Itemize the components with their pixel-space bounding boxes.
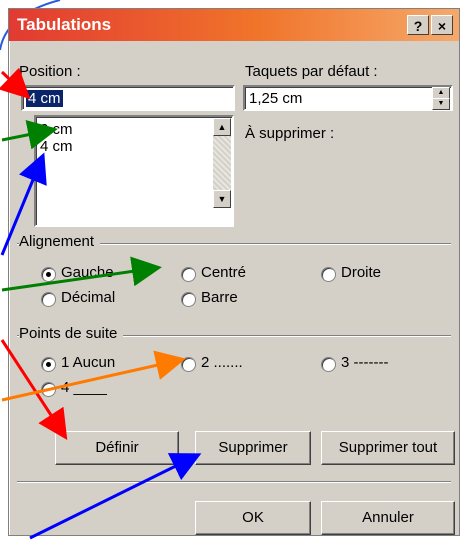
arrow-blue-2 (29, 453, 202, 540)
annotation-arrows (0, 67, 202, 540)
arrow-blue-1 (0, 152, 47, 256)
screenshot-stage: Tabulations ? × Position : 4 cm 2 cm 4 c… (0, 0, 461, 540)
arrow-green-2 (1, 256, 162, 292)
arrow-red-1 (0, 67, 31, 100)
arrow-green-1 (1, 119, 58, 150)
